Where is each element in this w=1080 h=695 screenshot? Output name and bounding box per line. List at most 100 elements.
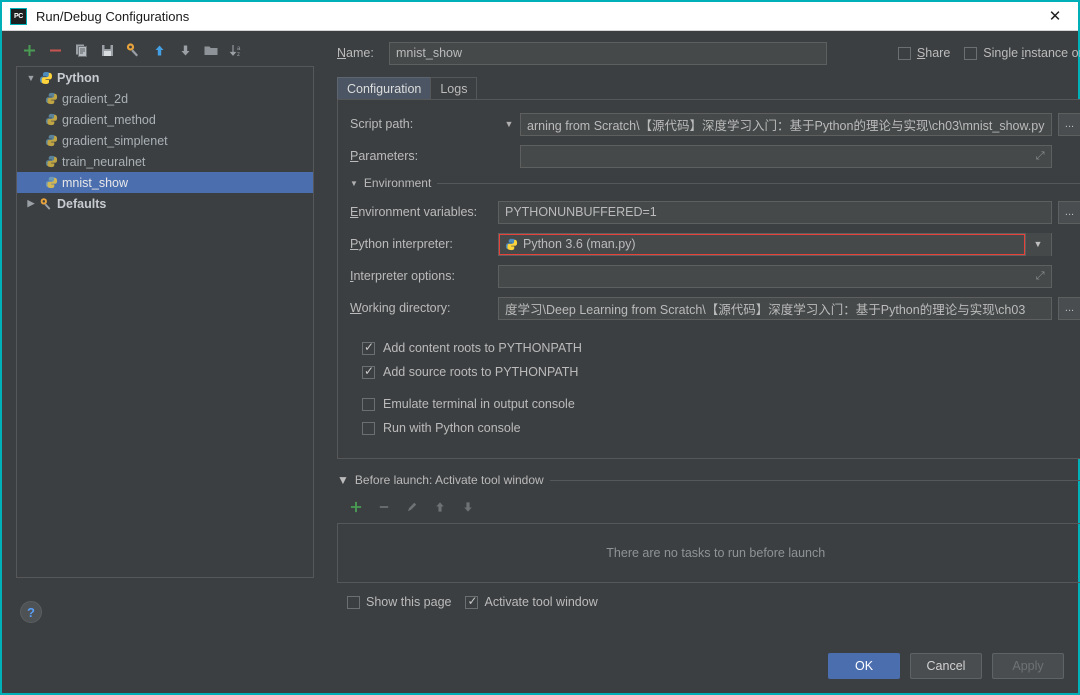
environment-section-label: Environment xyxy=(363,176,432,190)
emulate-terminal-label: Emulate terminal in output console xyxy=(383,397,575,411)
edit-task-button[interactable] xyxy=(399,495,425,519)
tree-item-gradient-method[interactable]: gradient_method xyxy=(17,109,313,130)
tab-logs[interactable]: Logs xyxy=(430,77,478,100)
chevron-down-icon[interactable]: ▼ xyxy=(350,179,358,188)
interpreter-combobox[interactable]: Python 3.6 (man.py) ▼ xyxy=(498,232,1052,256)
interpreter-options-label: Interpreter options: xyxy=(350,269,455,283)
name-row: Name: mnist_show Share Single instance o… xyxy=(337,41,1080,65)
activate-tool-window-checkbox[interactable]: Activate tool window xyxy=(465,594,598,609)
task-move-down-button[interactable] xyxy=(455,495,481,519)
show-this-page-checkbox-box[interactable] xyxy=(347,595,360,609)
tree-group-python[interactable]: ▼ Python xyxy=(17,67,313,88)
tree-item-mnist-show[interactable]: mnist_show xyxy=(17,172,313,193)
add-content-roots-label: Add content roots to PYTHONPATH xyxy=(383,341,582,355)
add-source-roots-label: Add source roots to PYTHONPATH xyxy=(383,365,579,379)
tree-item-train-neuralnet[interactable]: train_neuralnet xyxy=(17,151,313,172)
pycharm-icon: PC xyxy=(10,7,27,25)
interpreter-options-row: Interpreter options: ⤢ xyxy=(350,264,1080,288)
add-configuration-button[interactable] xyxy=(16,38,42,62)
before-launch-toolbar xyxy=(343,495,1080,519)
sort-az-icon[interactable]: a z xyxy=(224,38,250,62)
emulate-terminal-checkbox-box[interactable] xyxy=(362,397,375,411)
wrench-icon xyxy=(39,197,53,211)
help-icon[interactable]: ? xyxy=(20,601,42,623)
cancel-button[interactable]: Cancel xyxy=(910,652,982,679)
run-debug-configurations-dialog: PC Run/Debug Configurations ✕ a z ▼ Pyth… xyxy=(0,0,1080,695)
share-checkbox-box[interactable] xyxy=(897,46,911,60)
save-icon[interactable] xyxy=(94,38,120,62)
python-icon xyxy=(505,238,518,251)
run-with-console-checkbox-box[interactable] xyxy=(362,421,375,435)
single-instance-checkbox-box[interactable] xyxy=(964,46,978,60)
ok-button[interactable]: OK xyxy=(828,652,900,679)
tree-item-label: gradient_2d xyxy=(62,91,129,106)
arrow-up-icon[interactable] xyxy=(146,38,172,62)
dialog-footer: OK Cancel Apply xyxy=(2,638,1078,693)
single-instance-checkbox[interactable]: Single instance only xyxy=(964,46,1080,60)
name-input[interactable]: mnist_show xyxy=(389,41,827,65)
parameters-input[interactable]: ⤢ xyxy=(520,144,1052,168)
tab-configuration[interactable]: Configuration xyxy=(337,77,432,100)
apply-button[interactable]: Apply xyxy=(992,652,1064,679)
configuration-tab-panel: Script path: ▼ arning from Scratch\【源代码】… xyxy=(337,99,1080,459)
run-with-console-checkbox[interactable]: Run with Python console xyxy=(362,416,1080,440)
parameters-label: Parameters: xyxy=(350,149,419,163)
tree-item-label: gradient_simplenet xyxy=(62,133,168,148)
tree-item-label: mnist_show xyxy=(62,175,128,190)
add-source-roots-checkbox[interactable]: Add source roots to PYTHONPATH xyxy=(362,360,1080,384)
show-this-page-label: Show this page xyxy=(366,595,452,609)
title-bar: PC Run/Debug Configurations ✕ xyxy=(2,2,1078,31)
tree-item-label: gradient_method xyxy=(62,112,156,127)
before-launch-task-list[interactable]: There are no tasks to run before launch xyxy=(337,523,1080,583)
tree-item-gradient-2d[interactable]: gradient_2d xyxy=(17,88,313,109)
dialog-body: a z ▼ Python gradient_2d gradient_method… xyxy=(2,31,1080,638)
folder-icon[interactable] xyxy=(198,38,224,62)
script-path-mode-dropdown-icon[interactable]: ▼ xyxy=(498,119,520,129)
remove-configuration-button[interactable] xyxy=(42,38,68,62)
add-source-roots-checkbox-box[interactable] xyxy=(362,364,375,379)
tree-item-gradient-simplenet[interactable]: gradient_simplenet xyxy=(17,130,313,151)
show-this-page-checkbox[interactable]: Show this page xyxy=(347,595,451,609)
section-divider xyxy=(437,182,1080,184)
script-path-input[interactable]: arning from Scratch\【源代码】深度学习入门：基于Python… xyxy=(520,112,1052,136)
configurations-tree[interactable]: ▼ Python gradient_2d gradient_method gra… xyxy=(16,66,314,578)
activate-tool-window-label: Activate tool window xyxy=(484,595,598,609)
copy-icon[interactable] xyxy=(68,38,94,62)
chevron-down-icon[interactable]: ▼ xyxy=(23,73,39,83)
tree-item-label: Defaults xyxy=(57,196,107,211)
tree-group-defaults[interactable]: ▶ Defaults xyxy=(17,193,313,214)
environment-section-header: ▼ Environment xyxy=(350,176,1080,190)
env-vars-input[interactable]: PYTHONUNBUFFERED=1 xyxy=(498,200,1052,224)
working-directory-input[interactable]: 度学习\Deep Learning from Scratch\【源代码】深度学习… xyxy=(498,296,1052,320)
interpreter-value-wrapper: Python 3.6 (man.py) xyxy=(499,233,1025,255)
add-task-button[interactable] xyxy=(343,495,369,519)
remove-task-button[interactable] xyxy=(371,495,397,519)
name-row-options: Share Single instance only xyxy=(897,46,1080,60)
add-content-roots-checkbox[interactable]: Add content roots to PYTHONPATH xyxy=(362,336,1080,360)
sidebar-toolbar: a z xyxy=(2,37,329,63)
before-launch-options: Show this page Activate tool window xyxy=(337,594,1080,609)
add-content-roots-checkbox-box[interactable] xyxy=(362,340,375,355)
script-path-browse-button[interactable]: ... xyxy=(1057,112,1080,136)
single-instance-label: Single instance only xyxy=(983,46,1080,60)
share-checkbox[interactable]: Share xyxy=(897,46,950,60)
window-title: Run/Debug Configurations xyxy=(36,8,190,24)
arrow-down-icon[interactable] xyxy=(172,38,198,62)
wrench-icon[interactable] xyxy=(120,38,146,62)
env-vars-row: Environment variables: PYTHONUNBUFFERED=… xyxy=(350,200,1080,224)
chevron-right-icon[interactable]: ▶ xyxy=(23,198,39,209)
env-vars-browse-button[interactable]: ... xyxy=(1057,200,1080,224)
before-launch-label: Before launch: Activate tool window xyxy=(354,473,544,487)
interpreter-options-input[interactable]: ⤢ xyxy=(498,264,1052,288)
parameters-expand-icon[interactable]: ⤢ xyxy=(1030,150,1045,163)
close-icon[interactable]: ✕ xyxy=(1032,2,1078,31)
task-move-up-button[interactable] xyxy=(427,495,453,519)
activate-tool-window-checkbox-box[interactable] xyxy=(465,594,479,609)
chevron-down-icon[interactable]: ▼ xyxy=(337,473,349,487)
python-icon xyxy=(39,71,53,85)
interpreter-value: Python 3.6 (man.py) xyxy=(523,237,636,251)
interpreter-options-expand-icon[interactable]: ⤢ xyxy=(1030,270,1045,283)
emulate-terminal-checkbox[interactable]: Emulate terminal in output console xyxy=(362,392,1080,416)
working-directory-browse-button[interactable]: ... xyxy=(1057,296,1080,320)
interpreter-dropdown-icon[interactable]: ▼ xyxy=(1024,232,1051,256)
